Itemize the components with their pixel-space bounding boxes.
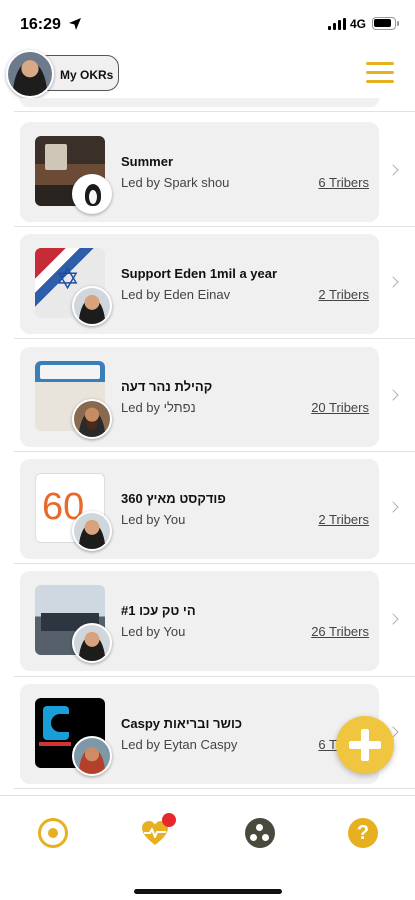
tribe-title: Support Eden 1mil a year xyxy=(121,266,278,281)
tribe-card[interactable]: קהילת נהר דעה Led by נפתלי 20 Tribers xyxy=(20,347,399,447)
chevron-right-icon[interactable] xyxy=(387,164,399,176)
list-separator xyxy=(14,111,415,112)
help-question-icon[interactable]: ? xyxy=(348,818,378,848)
battery-icon xyxy=(372,17,399,30)
tribe-card[interactable]: הי טק עכו #1 Led by You 26 Tribers xyxy=(20,571,399,671)
tribe-title: Summer xyxy=(121,154,174,169)
add-tribe-button[interactable] xyxy=(336,716,394,774)
tribe-leader: Led by Spark shou xyxy=(121,175,230,190)
chevron-right-icon[interactable] xyxy=(387,613,399,625)
network-type: 4G xyxy=(350,17,367,31)
tribe-leader: Led by נפתלי xyxy=(121,400,196,415)
tribe-leader: Led by You xyxy=(121,624,186,639)
tribe-list[interactable]: Summer Led by Spark shou 6 Tribers Suppo… xyxy=(0,98,415,795)
tribe-title: קהילת נהר דעה xyxy=(121,379,213,394)
caspy-logo-strip xyxy=(39,742,71,746)
list-separator xyxy=(14,676,415,677)
chevron-right-icon[interactable] xyxy=(387,501,399,513)
tribe-card[interactable]: Support Eden 1mil a year Led by Eden Ein… xyxy=(20,234,399,334)
caspy-logo xyxy=(43,706,69,740)
list-separator xyxy=(14,226,415,227)
status-time: 16:29 xyxy=(20,16,61,33)
tribe-leader: Led by Eytan Caspy xyxy=(121,737,238,752)
chevron-right-icon[interactable] xyxy=(387,389,399,401)
signal-icon xyxy=(328,18,346,30)
tribe-card[interactable]: Summer Led by Spark shou 6 Tribers xyxy=(20,122,399,222)
home-indicator xyxy=(134,889,282,894)
leader-avatar xyxy=(72,511,112,551)
bottom-nav: ? xyxy=(0,795,415,900)
user-avatar[interactable] xyxy=(6,50,54,98)
tribe-leader: Led by You xyxy=(121,512,186,527)
previous-card-edge xyxy=(20,98,379,106)
tribers-link[interactable]: 6 Tribers xyxy=(318,175,369,190)
status-bar: 16:29 4G xyxy=(0,0,415,48)
list-separator xyxy=(14,563,415,564)
list-separator xyxy=(14,338,415,339)
tribe-card[interactable]: Caspy כושר ובריאות Led by Eytan Caspy 6 … xyxy=(20,684,399,784)
leader-avatar xyxy=(72,736,112,776)
tribes-dots-icon[interactable] xyxy=(245,818,275,848)
tribe-card[interactable]: 60 פודקסט מאיץ 360 Led by You 2 Tribers xyxy=(20,459,399,559)
tribe-title: פודקסט מאיץ 360 xyxy=(121,491,226,506)
tribers-link[interactable]: 2 Tribers xyxy=(318,512,369,527)
tribers-link[interactable]: 20 Tribers xyxy=(311,400,369,415)
leader-avatar xyxy=(72,174,112,214)
leader-avatar xyxy=(72,286,112,326)
tribe-title: הי טק עכו #1 xyxy=(121,603,196,618)
chevron-right-icon[interactable] xyxy=(387,276,399,288)
tribe-title: Caspy כושר ובריאות xyxy=(121,716,243,731)
leader-avatar xyxy=(72,623,112,663)
list-separator xyxy=(14,788,415,789)
notification-badge xyxy=(162,813,176,827)
tribers-link[interactable]: 2 Tribers xyxy=(318,287,369,302)
hamburger-menu-icon[interactable] xyxy=(366,62,394,84)
target-icon[interactable] xyxy=(38,818,68,848)
location-arrow-icon xyxy=(69,18,81,30)
tribe-leader: Led by Eden Einav xyxy=(121,287,231,302)
my-okrs-label: My OKRs xyxy=(60,68,114,82)
list-separator xyxy=(14,451,415,452)
leader-avatar xyxy=(72,399,112,439)
tribers-link[interactable]: 26 Tribers xyxy=(311,624,369,639)
